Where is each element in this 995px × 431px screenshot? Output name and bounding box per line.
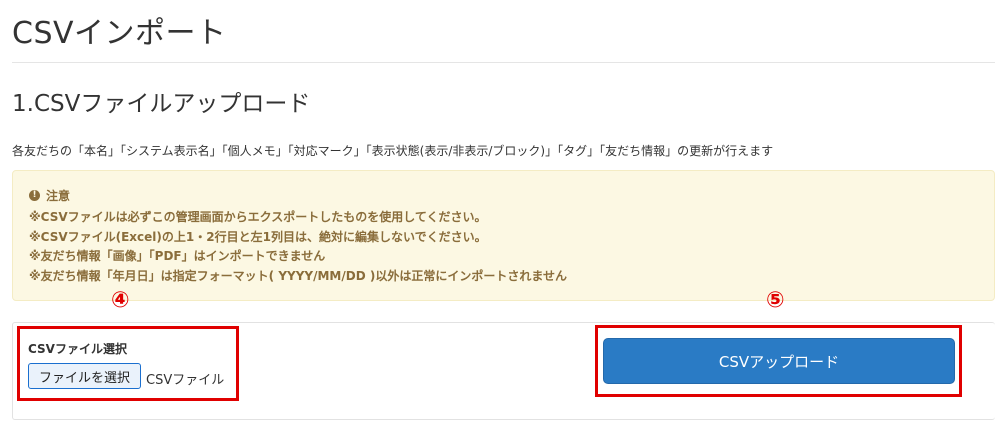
highlight-box-file-select	[17, 326, 239, 401]
callout-number-5: ⑤	[766, 288, 785, 313]
notice-heading-text: 注意	[46, 189, 71, 203]
section-title: 1.CSVファイルアップロード	[12, 91, 311, 117]
page-title: CSVインポート	[12, 16, 227, 51]
section-description: 各友だちの「本名」「システム表示名」「個人メモ」「対応マーク」「表示状態(表示/…	[12, 144, 774, 158]
notice-line: ※CSVファイル(Excel)の上1・2行目と左1列目は、絶対に編集しないでくだ…	[29, 229, 487, 244]
callout-number-4: ④	[111, 288, 130, 313]
info-circle-icon: !	[29, 190, 40, 201]
notice-line: ※友だち情報「画像」「PDF」はインポートできません	[29, 249, 326, 263]
highlight-box-upload-button	[595, 325, 962, 397]
title-divider	[12, 62, 995, 63]
notice-box: ! 注意 ※CSVファイルは必ずこの管理画面からエクスポートしたものを使用してく…	[12, 170, 995, 301]
notice-line: ※友だち情報「年月日」は指定フォーマット( YYYY/MM/DD )以外は正常に…	[29, 268, 567, 283]
notice-line: ※CSVファイルは必ずこの管理画面からエクスポートしたものを使用してください。	[29, 210, 487, 224]
notice-heading: ! 注意	[29, 187, 994, 204]
